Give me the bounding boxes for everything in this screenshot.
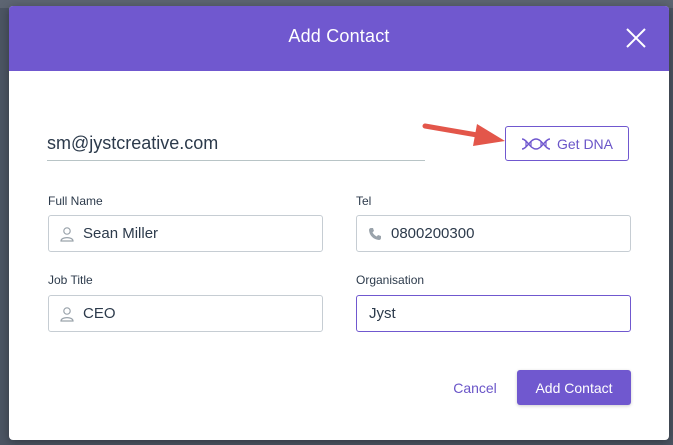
add-contact-modal: Add Contact Get DNA Full Name [9, 6, 669, 440]
email-input[interactable] [47, 126, 425, 161]
full-name-field[interactable] [48, 215, 323, 252]
dna-icon [521, 137, 551, 150]
cancel-button[interactable]: Cancel [445, 378, 505, 398]
user-icon [59, 306, 75, 322]
user-icon [59, 226, 75, 242]
modal-header: Add Contact [9, 6, 669, 71]
full-name-input[interactable] [83, 225, 303, 242]
add-contact-button[interactable]: Add Contact [517, 370, 631, 405]
organisation-field[interactable] [356, 295, 631, 332]
full-name-label: Full Name [48, 194, 103, 208]
close-icon [626, 28, 646, 48]
annotation-arrow-icon [422, 123, 505, 146]
tel-label: Tel [356, 194, 372, 208]
phone-icon [367, 226, 383, 242]
modal-title: Add Contact [288, 26, 390, 46]
tel-input[interactable] [391, 225, 611, 242]
close-button[interactable] [624, 26, 648, 50]
tel-field[interactable] [356, 215, 631, 252]
job-title-field[interactable] [48, 295, 323, 332]
get-dna-label: Get DNA [556, 135, 613, 152]
organisation-input[interactable] [369, 305, 589, 322]
get-dna-button[interactable]: Get DNA [505, 126, 629, 161]
job-title-input[interactable] [83, 305, 303, 322]
job-title-label: Job Title [48, 273, 93, 287]
organisation-label: Organisation [356, 273, 425, 287]
